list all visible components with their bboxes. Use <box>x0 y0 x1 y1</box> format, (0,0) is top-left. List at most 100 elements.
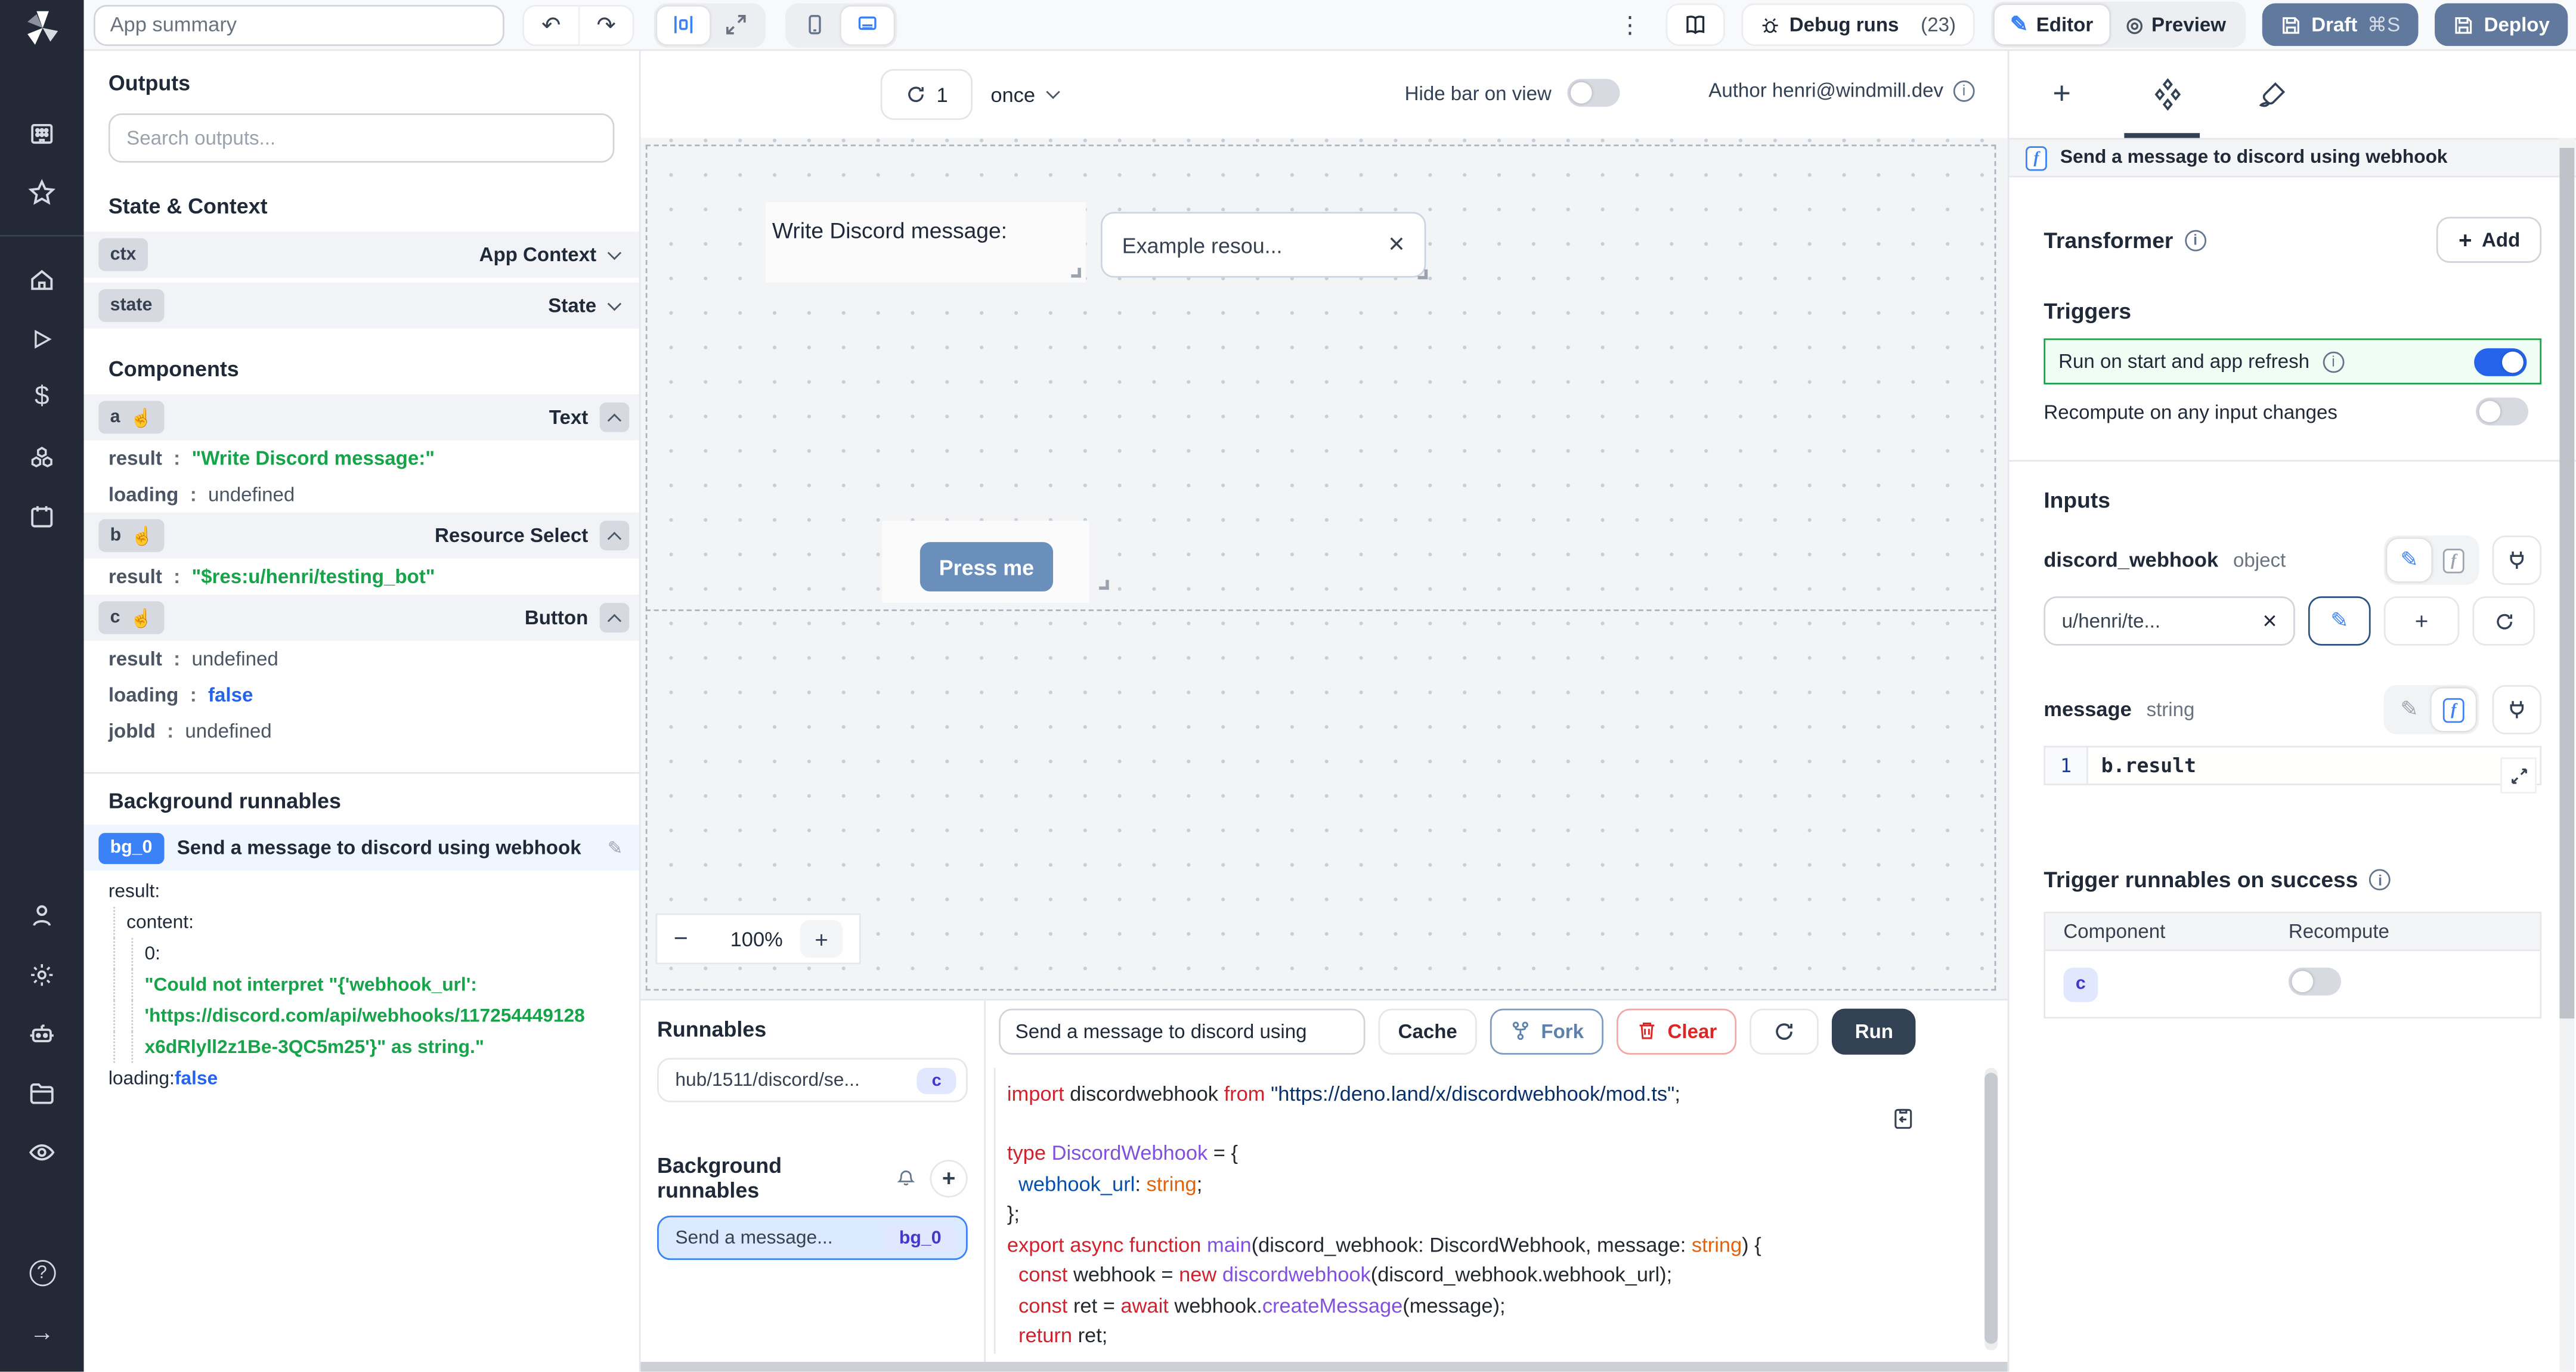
eval-f-button[interactable]: f <box>2431 688 2476 732</box>
run-button[interactable]: Run <box>1832 1008 1916 1054</box>
runnables-panel: Runnables hub/1511/discord/se... c Backg… <box>640 1000 986 1364</box>
resize-handle[interactable] <box>1417 269 1428 280</box>
audit-eye-icon[interactable] <box>27 1137 57 1167</box>
fork-button[interactable]: Fork <box>1490 1008 1604 1054</box>
run-on-start-toggle[interactable] <box>2474 347 2527 376</box>
tab-insert-plus-icon[interactable]: + <box>2009 76 2114 113</box>
folders-icon[interactable] <box>27 1077 57 1107</box>
refresh-resources-button[interactable] <box>2472 596 2535 646</box>
add-background-runnable-button[interactable]: + <box>930 1159 968 1197</box>
variables-icon[interactable]: $ <box>27 383 57 413</box>
docs-book-button[interactable] <box>1666 3 1726 47</box>
chevron-down-icon[interactable] <box>607 296 622 311</box>
center-layout-button[interactable] <box>657 5 710 44</box>
mobile-view-button[interactable] <box>788 6 841 44</box>
press-me-button[interactable]: Press me <box>919 542 1054 591</box>
expand-editor-icon[interactable] <box>2500 757 2537 794</box>
resources-icon[interactable] <box>27 442 57 472</box>
settings-gear-icon[interactable] <box>27 959 57 989</box>
windmill-logo-icon[interactable] <box>20 7 63 54</box>
undo-button[interactable]: ↶ <box>524 6 578 44</box>
zoom-in-button[interactable]: + <box>800 919 843 958</box>
message-expression-editor[interactable]: 1 b.result <box>2044 745 2542 794</box>
user-icon[interactable] <box>27 900 57 930</box>
cache-button[interactable]: Cache <box>1378 1008 1477 1054</box>
script-name-input[interactable] <box>999 1008 1366 1054</box>
clear-button[interactable]: Clear <box>1617 1008 1737 1054</box>
trigger-success-info-icon[interactable]: i <box>2369 869 2391 891</box>
background-runnable-row[interactable]: bg_0 Send a message to discord using web… <box>83 825 639 871</box>
chevron-down-icon[interactable] <box>607 245 622 259</box>
debug-runs-button[interactable]: Debug runs (23) <box>1741 3 1974 47</box>
help-icon[interactable]: ? <box>27 1258 57 1288</box>
recompute-toggle[interactable] <box>2475 397 2529 426</box>
resize-handle[interactable] <box>1071 268 1081 278</box>
static-edit-pencil-button[interactable]: ✎ <box>2387 538 2432 582</box>
code-scrollbar[interactable] <box>1984 1067 1998 1351</box>
transformer-info-icon[interactable]: i <box>2184 229 2206 251</box>
run-on-start-info-icon[interactable]: i <box>2323 351 2344 373</box>
inspector-scrollbar[interactable] <box>2559 138 2575 1372</box>
tab-theme-brush-icon[interactable] <box>2219 80 2324 110</box>
workspace-icon[interactable] <box>27 118 57 148</box>
function-icon: f <box>2026 145 2047 171</box>
button-component[interactable]: Press me <box>882 521 1109 603</box>
edit-resource-button[interactable]: ✎ <box>2308 596 2371 646</box>
draft-button[interactable]: Draft ⌘S <box>2262 3 2419 47</box>
more-menu-icon[interactable]: ⋮ <box>1610 11 1649 39</box>
horizontal-scrollbar[interactable] <box>640 1361 2008 1372</box>
tab-preview[interactable]: ◎ Preview <box>2110 5 2243 44</box>
text-component[interactable]: Write Discord message: <box>765 202 1086 283</box>
static-edit-pencil-button[interactable]: ✎ <box>2387 688 2431 731</box>
context-row[interactable]: ctx App Context <box>83 231 639 278</box>
resource-value-select[interactable]: u/henri/te... × <box>2044 596 2295 646</box>
resize-handle[interactable] <box>1099 580 1109 590</box>
bg-runnable-item-selected[interactable]: Send a message... bg_0 <box>657 1215 968 1260</box>
collapse-chevron-button[interactable] <box>599 603 630 633</box>
background-runnables-header: Background runnables + <box>657 1153 968 1203</box>
runs-icon[interactable] <box>27 324 57 354</box>
schedules-icon[interactable] <box>27 501 57 531</box>
resource-select-component[interactable]: Example resou... × <box>1100 212 1428 280</box>
refresh-code-button[interactable] <box>1750 1008 1819 1054</box>
author-info-icon[interactable]: i <box>1953 79 1975 101</box>
component-header-c[interactable]: c ☝ Button <box>83 594 639 641</box>
collapse-rail-icon[interactable]: → <box>27 1318 57 1348</box>
zoom-out-button[interactable]: − <box>674 925 713 953</box>
state-context-title: State & Context <box>108 194 268 219</box>
component-header-a[interactable]: a ☝ Text <box>83 394 639 441</box>
add-transformer-button[interactable]: + Add <box>2437 216 2542 263</box>
favorites-star-icon[interactable] <box>27 178 57 207</box>
deploy-button[interactable]: Deploy <box>2435 3 2568 47</box>
code-editor[interactable]: import discordwebhook from "https://deno… <box>993 1067 1985 1354</box>
edit-pencil-icon[interactable]: ✎ <box>608 837 623 858</box>
workers-robot-icon[interactable] <box>27 1018 57 1048</box>
desktop-view-button[interactable] <box>841 5 894 44</box>
home-icon[interactable] <box>27 265 57 295</box>
hub-runnable-item[interactable]: hub/1511/discord/se... c <box>657 1058 968 1102</box>
refresh-count-button[interactable]: 1 <box>880 69 973 120</box>
app-summary-input[interactable] <box>94 4 504 45</box>
context-row[interactable]: state State <box>83 282 639 329</box>
component-header-b[interactable]: b ☝ Resource Select <box>83 512 639 559</box>
copy-code-icon[interactable] <box>1891 1105 1915 1135</box>
tab-editor[interactable]: ✎ Editor <box>1993 5 2110 45</box>
connect-plug-button[interactable] <box>2492 535 2542 585</box>
fullscreen-button[interactable] <box>710 6 762 44</box>
components-title: Components <box>108 356 239 382</box>
collapse-chevron-button[interactable] <box>599 521 630 550</box>
clear-selection-icon[interactable]: × <box>1388 228 1404 261</box>
schedule-dropdown[interactable]: once <box>990 69 1061 120</box>
search-outputs-input[interactable] <box>108 113 615 163</box>
recompute-toggle[interactable] <box>2288 967 2342 996</box>
clear-resource-icon[interactable]: × <box>2262 607 2277 635</box>
add-resource-button[interactable]: + <box>2383 596 2460 646</box>
app-canvas[interactable]: Write Discord message: Example resou... … <box>640 138 2008 999</box>
tab-settings-diamonds-icon[interactable] <box>2114 77 2219 112</box>
eval-f-button[interactable]: f <box>2432 539 2476 582</box>
redo-button[interactable]: ↷ <box>578 5 633 44</box>
collapse-chevron-button[interactable] <box>599 402 630 432</box>
connect-plug-button[interactable] <box>2492 685 2542 735</box>
hide-bar-toggle[interactable] <box>1568 79 1621 107</box>
